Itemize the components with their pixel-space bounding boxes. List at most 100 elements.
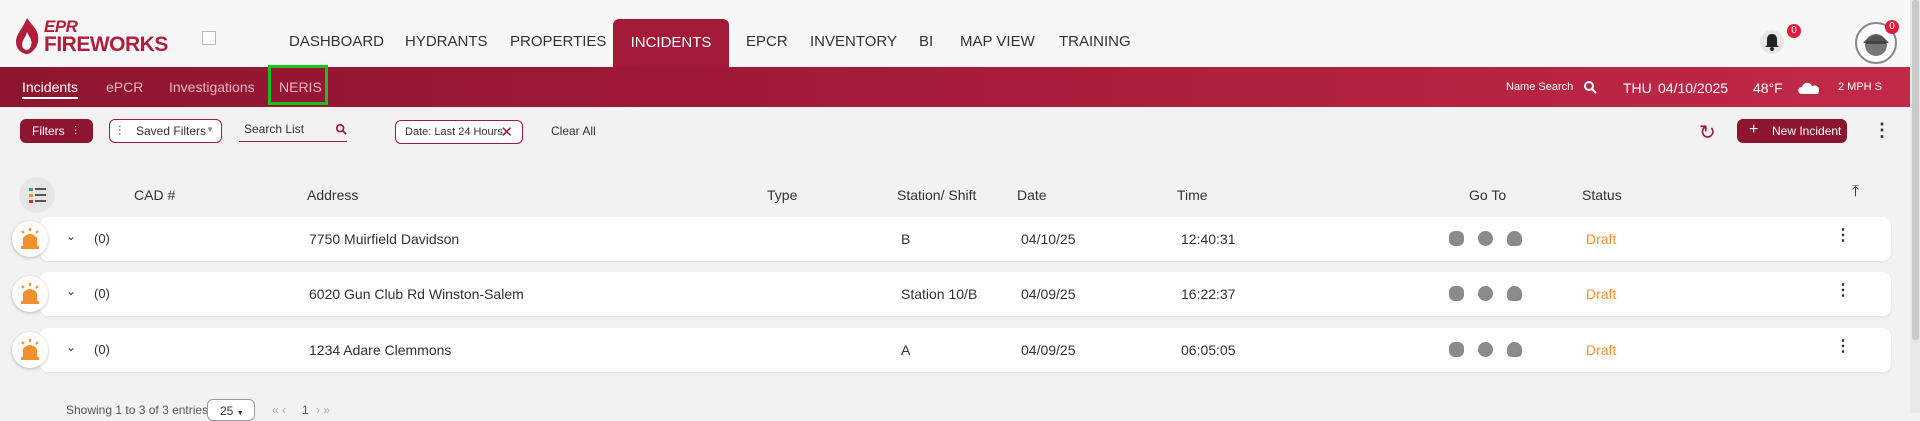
medical-head-icon[interactable]: [1478, 286, 1493, 301]
header-cad[interactable]: CAD #: [134, 187, 175, 203]
investigation-icon[interactable]: [1507, 286, 1522, 301]
header-status[interactable]: Status: [1582, 187, 1622, 203]
incident-alarm-icon: [12, 332, 48, 368]
row-more-options-icon[interactable]: ⋮: [1835, 336, 1851, 356]
nav-hydrants[interactable]: HYDRANTS: [405, 33, 488, 50]
nav-epcr[interactable]: EPCR: [746, 33, 788, 50]
page-size-value: 25: [220, 404, 234, 418]
weather-day: THU: [1623, 80, 1652, 96]
header-station[interactable]: Station/ Shift: [897, 187, 976, 203]
page-size-select[interactable]: 25 ▼: [207, 399, 255, 421]
nav-inventory[interactable]: INVENTORY: [810, 33, 897, 50]
puzzle-icon[interactable]: [1449, 342, 1464, 357]
new-incident-label: New Incident: [1772, 124, 1842, 138]
cad-number: (0): [94, 342, 110, 357]
cloud-icon: [1798, 82, 1820, 94]
search-icon[interactable]: [335, 123, 347, 135]
status-badge[interactable]: Draft: [1586, 231, 1616, 247]
date-filter-chip: Date: Last 24 Hours ✕: [395, 120, 523, 144]
header-date[interactable]: Date: [1017, 187, 1047, 203]
brand-line2: FIREWORKS: [44, 33, 168, 56]
nav-incidents[interactable]: INCIDENTS: [613, 19, 729, 67]
status-badge[interactable]: Draft: [1586, 286, 1616, 302]
expand-chevron-icon[interactable]: ⌄: [66, 229, 76, 243]
top-navigation: EPR FIREWORKS DASHBOARD HYDRANTS PROPERT…: [0, 0, 1910, 68]
row-more-options-icon[interactable]: ⋮: [1835, 280, 1851, 300]
close-icon[interactable]: ✕: [500, 123, 513, 141]
pagination-prev[interactable]: « ‹: [272, 403, 286, 417]
incident-date: 04/10/25: [1021, 231, 1076, 247]
address[interactable]: 1234 Adare Clemmons: [309, 342, 451, 358]
address[interactable]: 7750 Muirfield Davidson: [309, 231, 459, 247]
medical-head-icon[interactable]: [1478, 231, 1493, 246]
investigation-icon[interactable]: [1507, 231, 1522, 246]
sliders-icon: ⫶: [74, 124, 78, 138]
incident-date: 04/09/25: [1021, 342, 1076, 358]
incident-time: 06:05:05: [1181, 342, 1236, 358]
filters-button[interactable]: Filters ⫶: [20, 119, 93, 143]
nav-properties[interactable]: PROPERTIES: [510, 33, 606, 50]
name-search-link[interactable]: Name Search: [1506, 81, 1573, 93]
station-shift: B: [901, 231, 911, 247]
expand-chevron-icon[interactable]: ⌄: [66, 284, 76, 298]
sliders-icon: ⫶: [118, 123, 122, 138]
incident-time: 16:22:37: [1181, 286, 1236, 302]
puzzle-icon[interactable]: [1449, 231, 1464, 246]
subnav-epcr[interactable]: ePCR: [106, 79, 143, 95]
header-time[interactable]: Time: [1177, 187, 1208, 203]
list-view-toggle[interactable]: [19, 177, 55, 213]
neris-highlight-box: [268, 65, 328, 105]
expand-chevron-icon[interactable]: ⌄: [66, 340, 76, 354]
saved-filters-dropdown[interactable]: ⫶ Saved Filters ▼: [109, 119, 222, 143]
filters-label: Filters: [32, 124, 65, 138]
address[interactable]: 6020 Gun Club Rd Winston-Salem: [309, 286, 524, 302]
header-goto: Go To: [1469, 187, 1507, 203]
table-row[interactable]: ⌄ (0) 7750 Muirfield Davidson B 04/10/25…: [12, 217, 1891, 261]
puzzle-icon[interactable]: [1449, 286, 1464, 301]
weather-date: 04/10/2025: [1658, 80, 1729, 96]
cad-number: (0): [94, 231, 110, 246]
list-icon: [29, 188, 46, 203]
header-type[interactable]: Type: [767, 187, 797, 203]
cad-number: (0): [94, 286, 110, 301]
nav-training[interactable]: TRAINING: [1059, 33, 1131, 50]
refresh-icon[interactable]: ↻: [1699, 120, 1716, 145]
chip-label: Date: Last 24 Hours: [405, 126, 503, 138]
medical-head-icon[interactable]: [1478, 342, 1493, 357]
brand-logo[interactable]: EPR FIREWORKS: [14, 16, 168, 56]
table-row[interactable]: ⌄ (0) 1234 Adare Clemmons A 04/09/25 06:…: [12, 328, 1891, 372]
pagination-next[interactable]: › »: [316, 403, 330, 417]
notification-badge: 0: [1787, 24, 1801, 38]
status-badge[interactable]: Draft: [1586, 342, 1616, 358]
notifications-button[interactable]: [1760, 30, 1784, 54]
more-options-icon[interactable]: ⋮: [1873, 120, 1891, 141]
weather-temperature: 48°F: [1753, 80, 1783, 96]
subnav-investigations[interactable]: Investigations: [169, 79, 255, 95]
nav-map-view[interactable]: MAP VIEW: [960, 33, 1035, 50]
search-icon[interactable]: [1583, 80, 1597, 94]
pagination-current[interactable]: 1: [302, 403, 309, 417]
nav-bi[interactable]: BI: [919, 33, 933, 50]
search-list-input[interactable]: Search List: [239, 122, 347, 142]
caret-down-icon: ▼: [236, 410, 244, 417]
search-list-placeholder: Search List: [244, 122, 305, 136]
broken-image-icon: [202, 31, 216, 45]
nav-dashboard[interactable]: DASHBOARD: [289, 33, 384, 50]
saved-filters-label: Saved Filters: [136, 124, 207, 138]
incident-alarm-icon: [12, 221, 48, 257]
row-more-options-icon[interactable]: ⋮: [1835, 225, 1851, 245]
scrollbar-thumb[interactable]: [1912, 0, 1919, 340]
station-shift: Station 10/B: [901, 286, 978, 302]
clear-all-link[interactable]: Clear All: [551, 124, 596, 138]
weather-wind: 2 MPH S: [1838, 81, 1883, 93]
new-incident-button[interactable]: + New Incident: [1737, 119, 1847, 143]
showing-entries: Showing 1 to 3 of 3 entries: [66, 403, 209, 417]
subnav-incidents[interactable]: Incidents: [22, 79, 79, 99]
column-resize-icon[interactable]: ⤒: [1852, 183, 1859, 201]
investigation-icon[interactable]: [1507, 342, 1522, 357]
header-address[interactable]: Address: [307, 187, 358, 203]
caret-down-icon: ▼: [206, 125, 214, 134]
flame-icon: [16, 18, 39, 54]
incident-date: 04/09/25: [1021, 286, 1076, 302]
table-row[interactable]: ⌄ (0) 6020 Gun Club Rd Winston-Salem Sta…: [12, 272, 1891, 316]
